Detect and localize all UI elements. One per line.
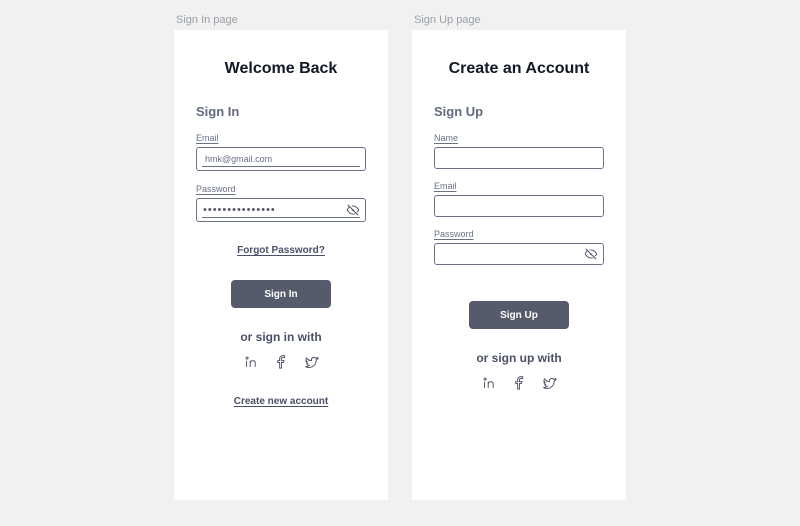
twitter-icon[interactable] xyxy=(541,375,557,391)
signin-password-value-masked: ••••••••••••••• xyxy=(203,205,276,216)
signin-password-input-box[interactable]: ••••••••••••••• xyxy=(196,198,366,222)
signup-password-field: Password xyxy=(434,229,604,265)
signin-email-input-box[interactable] xyxy=(196,147,366,171)
eye-off-icon[interactable] xyxy=(345,202,361,218)
signin-submit-button[interactable]: Sign In xyxy=(231,280,331,308)
signin-page-label: Sign In page xyxy=(176,14,238,26)
signin-email-input[interactable] xyxy=(203,153,359,165)
signup-section-heading: Sign Up xyxy=(434,104,604,119)
signup-name-input[interactable] xyxy=(441,152,597,164)
signup-alt-heading: or sign up with xyxy=(434,351,604,365)
signup-email-input-box[interactable] xyxy=(434,195,604,217)
signup-name-field: Name xyxy=(434,133,604,169)
signin-social-row xyxy=(196,354,366,370)
facebook-icon[interactable] xyxy=(273,354,289,370)
signin-email-underline xyxy=(202,166,360,167)
forgot-password-link[interactable]: Forgot Password? xyxy=(196,245,366,256)
signup-password-input-box[interactable] xyxy=(434,243,604,265)
eye-off-icon[interactable] xyxy=(583,246,599,262)
signup-email-field: Email xyxy=(434,181,604,217)
linkedin-icon[interactable] xyxy=(243,354,259,370)
signin-password-field: Password ••••••••••••••• xyxy=(196,184,366,223)
signin-email-field: Email xyxy=(196,133,366,172)
twitter-icon[interactable] xyxy=(303,354,319,370)
linkedin-icon[interactable] xyxy=(481,375,497,391)
signin-title: Welcome Back xyxy=(196,60,366,78)
signup-name-input-box[interactable] xyxy=(434,147,604,169)
signup-page-label: Sign Up page xyxy=(414,14,481,26)
signup-email-label: Email xyxy=(434,181,604,191)
signup-social-row xyxy=(434,375,604,391)
facebook-icon[interactable] xyxy=(511,375,527,391)
signup-password-input[interactable] xyxy=(441,248,581,260)
signup-name-label: Name xyxy=(434,133,604,143)
signup-title: Create an Account xyxy=(434,60,604,78)
signin-section-heading: Sign In xyxy=(196,104,366,119)
signup-card: Create an Account Sign Up Name Email Pas… xyxy=(412,30,626,500)
signup-password-label: Password xyxy=(434,229,604,239)
signin-card: Welcome Back Sign In Email Password ••••… xyxy=(174,30,388,500)
signin-password-underline xyxy=(202,217,360,218)
signin-password-label: Password xyxy=(196,184,366,194)
signin-alt-heading: or sign in with xyxy=(196,330,366,344)
signup-email-input[interactable] xyxy=(441,200,597,212)
signin-email-label: Email xyxy=(196,133,366,143)
create-account-link[interactable]: Create new account xyxy=(196,396,366,407)
signup-submit-button[interactable]: Sign Up xyxy=(469,301,569,329)
